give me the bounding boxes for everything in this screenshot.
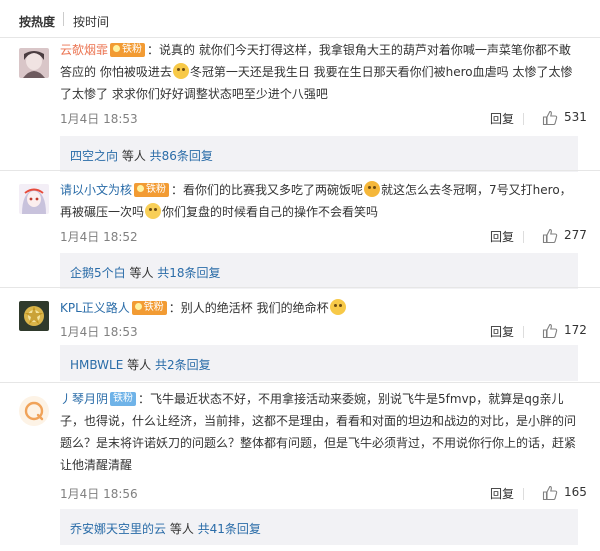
reply-button[interactable]: 回复 — [490, 110, 514, 127]
comment-text: 云欹烟霏 铁粉 ：说真的 就你们今天打得这样，我拿银角大王的葫芦对着你喊一声菜笔你都… — [60, 39, 582, 105]
reply-summary: 乔安娜天空里的云 等人 共41条回复 — [60, 509, 578, 545]
like-button[interactable]: 165 — [542, 484, 587, 502]
fan-badge: 铁粉 — [110, 42, 146, 57]
comment-text: 请以小文为核 铁粉 ：看你们的比赛我又多吃了两碗饭呢 就这怎么去冬冠啊，7号又打her… — [60, 179, 582, 223]
comment-text: 丿琴月阴 铁粉 ：飞牛最近状态不好，不用拿接活动来委婉，别说飞牛是5fmvp，就算是… — [60, 388, 582, 476]
comment-content: ：看你们的比赛我又多吃了两碗饭呢 — [171, 183, 364, 197]
like-button[interactable]: 277 — [542, 227, 587, 245]
sort-divider — [63, 12, 64, 26]
sort-bar-divider — [0, 37, 600, 38]
view-replies-link[interactable]: 共2条回复 — [155, 358, 211, 372]
comment-divider — [0, 170, 600, 171]
comment-content-end: 你们复盘的时候看自己的操作不会看笑吗 — [162, 205, 379, 219]
view-replies-link[interactable]: 共86条回复 — [150, 149, 213, 163]
like-button[interactable]: 172 — [542, 322, 587, 340]
crying-emoji-icon — [364, 181, 381, 197]
comment-date: 1月4日 18:56 — [60, 487, 138, 501]
reply-summary-text: 企鹅5个白 等人 共18条回复 — [70, 264, 221, 281]
comment-username[interactable]: 云欹烟霏 — [60, 43, 108, 57]
reply-username[interactable]: 四空之向 — [70, 149, 118, 163]
reply-button[interactable]: 回复 — [490, 485, 514, 502]
thinking-emoji-icon — [145, 203, 162, 219]
fan-badge: 铁粉 — [131, 300, 167, 315]
comment-username[interactable]: 丿琴月阴 — [60, 392, 108, 406]
comment-meta: 1月4日 18:53 回复 531 — [60, 109, 587, 128]
comment-date: 1月4日 18:53 — [60, 112, 138, 126]
reply-summary-text: 四空之向 等人 共86条回复 — [70, 147, 213, 164]
reply-summary: 企鹅5个白 等人 共18条回复 — [60, 253, 578, 289]
reply-summary-text: HMBWLE 等人 共2条回复 — [70, 356, 211, 373]
fan-badge-label: 铁粉 — [143, 301, 164, 313]
sort-by-time[interactable]: 按时间 — [73, 13, 109, 30]
reply-username[interactable]: HMBWLE — [70, 358, 123, 372]
sort-bar: 按热度 按时间 — [0, 0, 600, 38]
comment-meta: 1月4日 18:56 回复 165 — [60, 484, 587, 503]
crown-icon — [113, 45, 121, 52]
reply-summary: 四空之向 等人 共86条回复 — [60, 136, 578, 172]
fan-badge-label: 铁粉 — [113, 392, 134, 404]
comment-username[interactable]: KPL正义路人 — [60, 301, 130, 315]
view-replies-link[interactable]: 共41条回复 — [198, 522, 261, 536]
fan-badge-label: 铁粉 — [122, 43, 143, 55]
comment-meta: 1月4日 18:52 回复 277 — [60, 227, 587, 246]
smile-emoji-icon — [172, 63, 189, 79]
comment-meta: 1月4日 18:53 回复 172 — [60, 322, 587, 341]
thumbs-up-icon — [542, 111, 558, 126]
like-count: 277 — [564, 228, 587, 242]
reply-username[interactable]: 乔安娜天空里的云 — [70, 522, 166, 536]
reply-summary-mid: 等人 — [125, 266, 158, 280]
meta-divider — [523, 113, 524, 125]
avatar[interactable] — [19, 301, 49, 331]
thumbs-up-icon — [542, 229, 558, 244]
reply-button[interactable]: 回复 — [490, 228, 514, 245]
comment-content: ：别人的绝活杯 我们的绝命杯 — [168, 301, 329, 315]
crown-icon — [134, 303, 142, 310]
thumbs-up-icon — [542, 486, 558, 501]
comment-divider — [0, 382, 600, 383]
thumbs-up-icon — [542, 324, 558, 339]
fan-badge-label: 铁粉 — [146, 183, 167, 195]
fan-badge: 铁粉 — [134, 182, 170, 197]
view-replies-link[interactable]: 共18条回复 — [157, 266, 220, 280]
reply-summary-text: 乔安娜天空里的云 等人 共41条回复 — [70, 520, 261, 537]
smile-emoji-icon — [329, 299, 346, 315]
reply-summary-mid: 等人 — [118, 149, 150, 163]
reply-username[interactable]: 企鹅5个白 — [70, 266, 126, 280]
reply-summary-mid: 等人 — [166, 522, 198, 536]
avatar[interactable] — [19, 184, 49, 214]
like-count: 165 — [564, 485, 587, 499]
meta-divider — [523, 488, 524, 500]
like-count: 172 — [564, 323, 587, 337]
comment-username[interactable]: 请以小文为核 — [60, 183, 132, 197]
reply-summary-mid: 等人 — [123, 358, 155, 372]
like-button[interactable]: 531 — [542, 109, 587, 127]
crown-icon — [137, 185, 145, 192]
reply-button[interactable]: 回复 — [490, 323, 514, 340]
comment-date: 1月4日 18:52 — [60, 230, 138, 244]
avatar[interactable] — [19, 48, 49, 78]
comment-text: KPL正义路人 铁粉 ：别人的绝活杯 我们的绝命杯 — [60, 297, 582, 319]
sort-by-hot[interactable]: 按热度 — [19, 13, 55, 30]
reply-summary: HMBWLE 等人 共2条回复 — [60, 345, 578, 381]
fan-badge: 铁粉 — [110, 391, 137, 406]
avatar[interactable] — [19, 396, 49, 426]
comment-divider — [0, 287, 600, 288]
comment-date: 1月4日 18:53 — [60, 325, 138, 339]
meta-divider — [523, 326, 524, 338]
comment-content: ：飞牛最近状态不好，不用拿接活动来委婉，别说飞牛是5fmvp，就算是qg亲儿子，… — [60, 392, 577, 472]
meta-divider — [523, 231, 524, 243]
like-count: 531 — [564, 110, 587, 124]
